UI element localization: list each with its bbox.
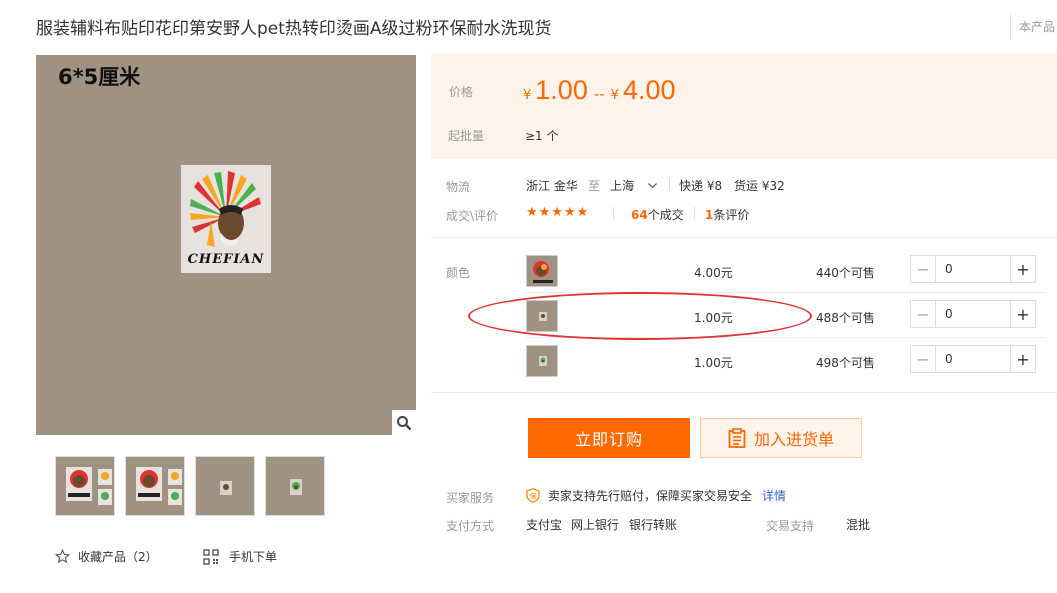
details-link[interactable]: 详情	[762, 487, 786, 504]
express-fee: 快递 ¥8	[679, 179, 723, 193]
section-divider	[431, 392, 1057, 393]
sku-row-3: 1.00元 498个可售 − +	[526, 345, 1046, 390]
increment-button[interactable]: +	[1010, 301, 1035, 327]
moq-label: 起批量	[448, 129, 485, 143]
thumbnail-strip	[55, 456, 325, 516]
thumbnail-art	[290, 479, 302, 495]
svg-text:保: 保	[530, 492, 537, 501]
sku-art	[539, 356, 547, 366]
sku-stock: 498个可售	[816, 356, 875, 370]
search-icon	[397, 415, 412, 430]
review-suffix: 条评价	[713, 208, 750, 222]
ship-from: 浙江 金华	[526, 179, 578, 193]
thumbnail-1[interactable]	[55, 456, 115, 516]
quantity-stepper: − +	[910, 345, 1036, 373]
chevron-down-icon	[648, 182, 657, 188]
destination-selector[interactable]: 上海	[610, 177, 657, 194]
ship-to-word: 至	[588, 179, 601, 193]
buyer-service-info: 保 卖家支持先行赔付，保障买家交易安全 详情	[526, 487, 786, 504]
quantity-stepper: − +	[910, 300, 1036, 328]
moq-value: ≥1 个	[525, 129, 559, 143]
price-low: 1.00	[535, 75, 588, 105]
decrement-button[interactable]: −	[911, 301, 936, 327]
payment-label: 支付方式	[446, 519, 495, 533]
price-panel: 价格 ¥ 1.00 -- ¥ 4.00 起批量 ≥1 个	[431, 53, 1057, 159]
thumbnail-3[interactable]	[195, 456, 255, 516]
zoom-button[interactable]	[392, 410, 416, 435]
header-right-text[interactable]: 本产品	[1019, 18, 1055, 35]
reviews-divider-2	[694, 207, 695, 219]
quantity-input[interactable]	[936, 301, 1010, 327]
quantity-input[interactable]	[936, 346, 1010, 372]
sku-art	[533, 261, 553, 283]
logistics-label: 物流	[446, 180, 471, 194]
price-high: 4.00	[622, 75, 676, 105]
thumbnail-art	[220, 481, 232, 495]
star-outline-icon	[55, 549, 70, 564]
color-label: 颜色	[446, 266, 471, 280]
collect-product-button[interactable]: 收藏产品（2）	[55, 548, 158, 565]
buyer-service-label: 买家服务	[446, 491, 495, 505]
sku-price: 1.00元	[694, 356, 733, 370]
thumbnail-2[interactable]	[125, 456, 185, 516]
freight-fee: 货运 ¥32	[734, 179, 785, 193]
deal-count-link[interactable]: 64个成交	[631, 206, 684, 223]
decrement-button[interactable]: −	[911, 256, 936, 282]
headdress-illustration	[190, 171, 261, 247]
clipboard-icon	[728, 428, 746, 448]
deal-suffix: 个成交	[647, 208, 684, 222]
price-range: ¥ 1.00 -- ¥ 4.00	[523, 75, 676, 106]
price-label: 价格	[449, 85, 474, 99]
payment-online-bank: 网上银行	[571, 518, 620, 532]
sku-price: 4.00元	[694, 266, 733, 280]
thumbnail-art	[66, 467, 112, 505]
patch-caption: CHEFIAN	[187, 252, 265, 267]
trade-support-value: 混批	[846, 518, 871, 532]
quantity-stepper: − +	[910, 255, 1036, 283]
collect-label: 收藏产品（2）	[78, 550, 158, 564]
mobile-order-button[interactable]: 手机下单	[203, 548, 277, 565]
price-separator: --	[593, 85, 605, 103]
sku-thumbnail[interactable]	[526, 345, 558, 377]
highlight-annotation-circle	[468, 292, 812, 340]
section-divider	[431, 237, 1057, 238]
add-to-cart-label: 加入进货单	[753, 430, 834, 449]
image-size-label: 6*5厘米	[58, 65, 141, 89]
currency-symbol: ¥	[523, 88, 532, 103]
add-to-cart-button[interactable]: 加入进货单	[700, 418, 862, 458]
mobile-order-label: 手机下单	[229, 550, 278, 564]
product-title: 服装辅料布贴印花印第安野人pet热转印烫画A级过粉环保耐水洗现货	[36, 19, 552, 39]
currency-symbol: ¥	[610, 88, 619, 103]
thumbnail-art	[136, 467, 182, 505]
increment-button[interactable]: +	[1010, 256, 1035, 282]
header-divider	[1010, 14, 1011, 40]
patch-artwork: CHEFIAN	[181, 165, 271, 273]
order-now-button[interactable]: 立即订购	[528, 418, 690, 458]
sku-thumbnail[interactable]	[526, 255, 558, 287]
reviews-divider	[613, 207, 614, 219]
qrcode-icon	[203, 548, 219, 565]
sku-stock: 488个可售	[816, 311, 875, 325]
shield-icon: 保	[526, 488, 540, 503]
ship-to: 上海	[610, 179, 635, 193]
increment-button[interactable]: +	[1010, 346, 1035, 372]
sku-stock: 440个可售	[816, 266, 875, 280]
rating-stars: ★★★★★	[526, 205, 590, 220]
reviews-label: 成交\评价	[446, 209, 499, 223]
deal-count: 64	[631, 208, 648, 222]
thumbnail-4[interactable]	[265, 456, 325, 516]
logistics-divider	[669, 178, 670, 190]
main-product-image[interactable]: 6*5厘米 CHEFIAN	[36, 55, 416, 435]
trade-support-label: 交易支持	[766, 519, 815, 533]
decrement-button[interactable]: −	[911, 346, 936, 372]
payment-alipay: 支付宝	[526, 518, 563, 532]
buyer-service-text: 卖家支持先行赔付，保障买家交易安全	[548, 489, 753, 503]
payment-bank-transfer: 银行转账	[629, 518, 678, 532]
review-count-link[interactable]: 1条评价	[705, 206, 749, 223]
quantity-input[interactable]	[936, 256, 1010, 282]
